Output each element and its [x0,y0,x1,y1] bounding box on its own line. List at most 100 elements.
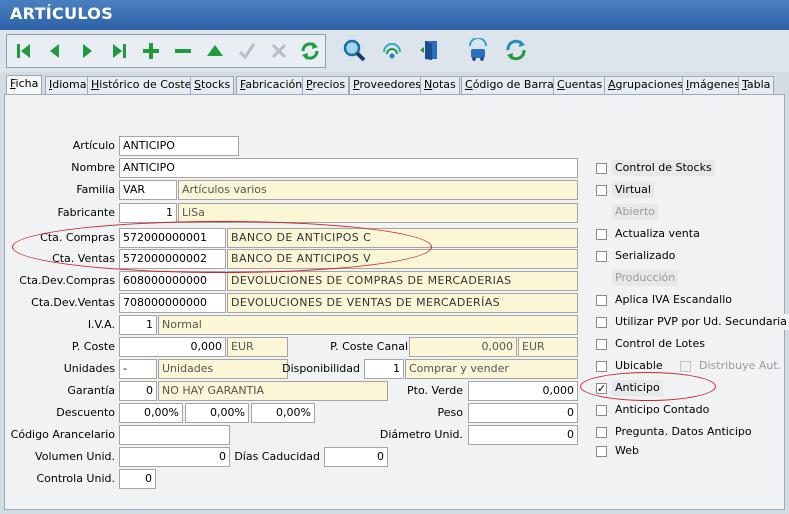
toolbar [0,30,789,72]
dias-caducidad-input[interactable]: 0 [324,447,388,467]
descuento-3-input[interactable]: 0,00% [251,403,315,423]
tab-codigo-barras[interactable]: Código de Barras [461,76,564,94]
codigo-arancelario-input[interactable] [119,425,230,445]
window-title: ARTÍCULOS [10,4,114,23]
tab-idioma[interactable]: Idioma [45,76,91,94]
peso-input[interactable]: 0 [468,403,578,423]
edit-icon [207,45,223,56]
disponibilidad-code-input[interactable]: 1 [364,359,404,379]
tab-imagenes[interactable]: Imágenes [682,76,744,94]
anticipo-contado-box[interactable] [596,405,607,416]
nombre-input[interactable]: ANTICIPO [119,158,578,178]
next-record-icon [83,44,92,58]
tab-proveedores[interactable]: Proveedores [349,76,426,94]
fabricante-label: Fabricante [57,206,115,219]
delete-button[interactable] [169,37,197,65]
serializado-box[interactable] [596,251,607,262]
familia-label: Familia [76,183,115,196]
last-record-button[interactable] [105,37,133,65]
first-record-button[interactable] [10,37,38,65]
unidades-description: Unidades [158,359,288,379]
virtual-box[interactable] [596,185,607,196]
controla-unid-input[interactable]: 0 [119,469,156,489]
tab-codigo-mnemonic: C [465,78,473,91]
cta-dev-ventas-input[interactable]: 708000000000 [119,293,226,313]
first-record-icon [17,44,30,58]
unidades-label: Unidades [63,362,115,375]
articulo-label: Artículo [72,139,115,152]
ubicable-label: Ubicable [612,358,666,374]
aplica-iva-box[interactable] [596,295,607,306]
last-record-icon [113,44,126,58]
descuento-1-input[interactable]: 0,00% [119,403,183,423]
cta-dev-ventas-label: Cta.Dev.Ventas [31,296,115,309]
nombre-label: Nombre [71,161,115,174]
anticipo-box[interactable] [596,381,607,397]
pto-verde-input[interactable]: 0,000 [468,381,578,401]
add-button[interactable] [137,37,165,65]
tab-stocks-mnemonic: S [194,78,201,91]
fabricante-code-input[interactable]: 1 [119,203,177,223]
tab-cuentas[interactable]: Cuentas [553,76,607,94]
tab-imagenes-label: mágenes [689,78,740,91]
tab-stocks-label: tocks [200,78,231,91]
unidades-code-input[interactable]: - [119,359,157,379]
tab-agrupaciones[interactable]: Agrupaciones [604,76,688,94]
cancel-button[interactable] [265,37,293,65]
volumen-input[interactable]: 0 [119,447,230,467]
pregunta-datos-box[interactable] [596,427,607,438]
control-stocks-box[interactable] [596,163,607,174]
p-coste-input[interactable]: 0,000 [119,337,226,357]
tab-ficha[interactable]: Ficha [6,75,43,94]
confirm-button[interactable] [233,37,261,65]
produccion-box [596,273,607,284]
transport-button[interactable] [464,36,492,64]
search-button[interactable] [340,36,368,64]
tab-precios[interactable]: Precios [302,76,350,94]
cta-compras-description: BANCO DE ANTICIPOS C [227,228,578,248]
familia-code-input[interactable]: VAR [119,180,177,200]
garantia-label: Garantía [67,384,115,397]
tab-idioma-label: dioma [52,78,87,91]
tab-historico-costes[interactable]: Histórico de Costes [87,76,202,94]
utilizar-pvp-box[interactable] [596,317,607,328]
garantia-code-input[interactable]: 0 [119,381,157,401]
cta-ventas-input[interactable]: 572000000002 [119,249,226,269]
virtual-label: Virtual [612,182,654,198]
exit-button[interactable] [416,36,444,64]
tab-fabricacion[interactable]: Fabricación [236,76,307,94]
web-box[interactable] [596,446,607,457]
refresh-button[interactable] [296,37,324,65]
descuento-2-input[interactable]: 0,00% [185,403,249,423]
iva-code-input[interactable]: 1 [119,315,157,335]
signal-button[interactable] [378,36,406,64]
control-lotes-box[interactable] [596,339,607,350]
articulo-input[interactable]: ANTICIPO [119,136,239,156]
codigo-arancelario-label: Código Arancelario [10,428,115,441]
tab-tabla[interactable]: Tabla [738,76,775,94]
edit-button[interactable] [201,37,229,65]
tab-notas[interactable]: Notas [420,76,460,94]
confirm-icon [238,43,256,60]
prev-record-icon [50,44,59,58]
prev-record-button[interactable] [41,37,69,65]
window-title-bar: ARTÍCULOS [0,0,789,30]
tab-agrupaciones-mnemonic: A [608,78,616,91]
cta-compras-input[interactable]: 572000000001 [119,228,226,248]
p-coste-canal-currency: EUR [518,337,578,357]
ubicable-box[interactable] [596,361,607,372]
cta-dev-compras-input[interactable]: 608000000000 [119,271,226,291]
diametro-input[interactable]: 0 [468,425,578,445]
p-coste-canal-label: P. Coste Canal [330,340,408,353]
next-record-button[interactable] [73,37,101,65]
iva-description: Normal [158,315,578,335]
signal-icon [383,43,401,59]
p-coste-canal-input: 0,000 [409,337,517,357]
sync-button[interactable] [502,36,530,64]
anticipo-label: Anticipo [612,380,663,396]
anticipo-contado-label: Anticipo Contado [612,402,713,418]
actualiza-venta-box[interactable] [596,229,607,240]
abierto-label: Abierto [612,204,658,220]
tab-stocks[interactable]: Stocks [190,76,235,94]
tab-cuentas-mnemonic: C [557,78,565,91]
